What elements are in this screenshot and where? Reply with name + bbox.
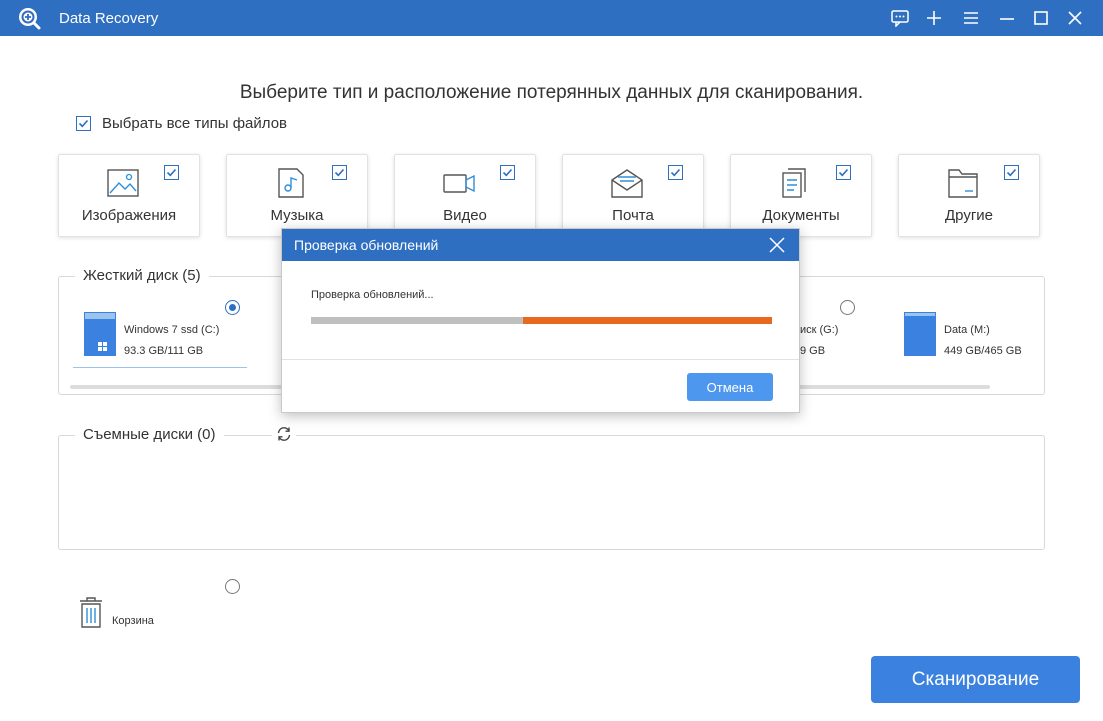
checkbox-checked-icon[interactable] [1004, 165, 1019, 180]
file-type-card-images[interactable]: Изображения [58, 154, 200, 237]
file-type-card-mail[interactable]: Почта [562, 154, 704, 237]
progress-segment [311, 317, 524, 324]
documents-icon [782, 168, 806, 198]
drive-size: 9 GB [800, 345, 826, 357]
file-type-card-music[interactable]: Музыка [226, 154, 368, 237]
checkbox-checked-icon[interactable] [668, 165, 683, 180]
file-type-label: Изображения [81, 207, 177, 224]
title-bar: Data Recovery [0, 0, 1103, 36]
recycle-bin-label: Корзина [112, 615, 154, 627]
scan-button[interactable]: Сканирование [871, 656, 1080, 703]
file-type-card-documents[interactable]: Документы [730, 154, 872, 237]
removable-drives-group [58, 435, 1045, 550]
app-logo-icon [19, 8, 41, 30]
checkbox-checked-icon[interactable] [76, 116, 91, 131]
removable-drives-title: Съемные диски (0) [75, 426, 224, 443]
drive-size: 93.3 GB/111 GB [124, 345, 204, 357]
progress-segment [523, 317, 772, 324]
drive-c[interactable]: Windows 7 ssd (C:) 93.3 GB/111 GB [73, 300, 247, 368]
checkbox-checked-icon[interactable] [164, 165, 179, 180]
recycle-bin[interactable]: Корзина [74, 594, 164, 634]
file-type-label: Документы [762, 207, 840, 224]
file-type-card-video[interactable]: Видео [394, 154, 536, 237]
windows-drive-icon [84, 312, 116, 356]
drive-c-radio[interactable] [225, 300, 240, 315]
image-icon [107, 169, 139, 197]
menu-icon [964, 12, 978, 24]
drive-size: 449 GB/465 GB [944, 345, 1022, 357]
mail-icon [611, 169, 643, 198]
select-all-checkbox[interactable]: Выбрать все типы файлов [76, 115, 287, 132]
file-type-card-other[interactable]: Другие [898, 154, 1040, 237]
trash-icon [80, 597, 102, 628]
drive-name: иск (G:) [800, 324, 839, 336]
dialog-close-icon[interactable] [769, 237, 785, 253]
close-button[interactable] [1063, 6, 1087, 30]
update-progress-bar [311, 317, 772, 324]
drive-name: Data (M:) [944, 324, 990, 336]
file-type-label: Видео [443, 207, 487, 224]
file-type-label: Почта [612, 207, 654, 224]
drive-icon [904, 312, 936, 356]
add-button[interactable] [922, 6, 946, 30]
update-check-dialog: Проверка обновлений Проверка обновлений.… [281, 228, 800, 413]
refresh-button[interactable] [272, 424, 296, 444]
maximize-button[interactable] [1029, 6, 1053, 30]
drive-name: Windows 7 ssd (C:) [124, 324, 220, 336]
plus-icon [927, 11, 941, 25]
checkbox-checked-icon[interactable] [332, 165, 347, 180]
drive-g-radio[interactable] [840, 300, 855, 315]
music-icon [278, 168, 304, 198]
drive-m[interactable]: Data (M:) 449 GB/465 GB [892, 300, 1032, 368]
app-title: Data Recovery [59, 10, 159, 27]
dialog-divider [282, 359, 799, 360]
hard-disks-title: Жесткий диск (5) [75, 267, 209, 284]
dialog-header: Проверка обновлений [282, 229, 799, 261]
dialog-title: Проверка обновлений [294, 237, 439, 253]
recycle-bin-radio[interactable] [225, 579, 240, 594]
file-type-label: Другие [944, 207, 994, 224]
cancel-button[interactable]: Отмена [687, 373, 773, 401]
close-icon [1068, 11, 1082, 25]
feedback-button[interactable] [888, 6, 912, 30]
folder-icon [948, 169, 978, 198]
feedback-icon [891, 10, 909, 27]
menu-button[interactable] [959, 6, 983, 30]
dialog-message: Проверка обновлений... [311, 289, 434, 301]
file-type-label: Музыка [270, 207, 324, 224]
page-heading: Выберите тип и расположение потерянных д… [239, 82, 864, 103]
select-all-label: Выбрать все типы файлов [102, 115, 288, 132]
minimize-icon [1000, 18, 1014, 20]
refresh-icon [277, 427, 291, 441]
minimize-button[interactable] [995, 6, 1019, 30]
checkbox-checked-icon[interactable] [500, 165, 515, 180]
video-icon [443, 174, 475, 193]
checkbox-checked-icon[interactable] [836, 165, 851, 180]
maximize-icon [1034, 11, 1048, 25]
